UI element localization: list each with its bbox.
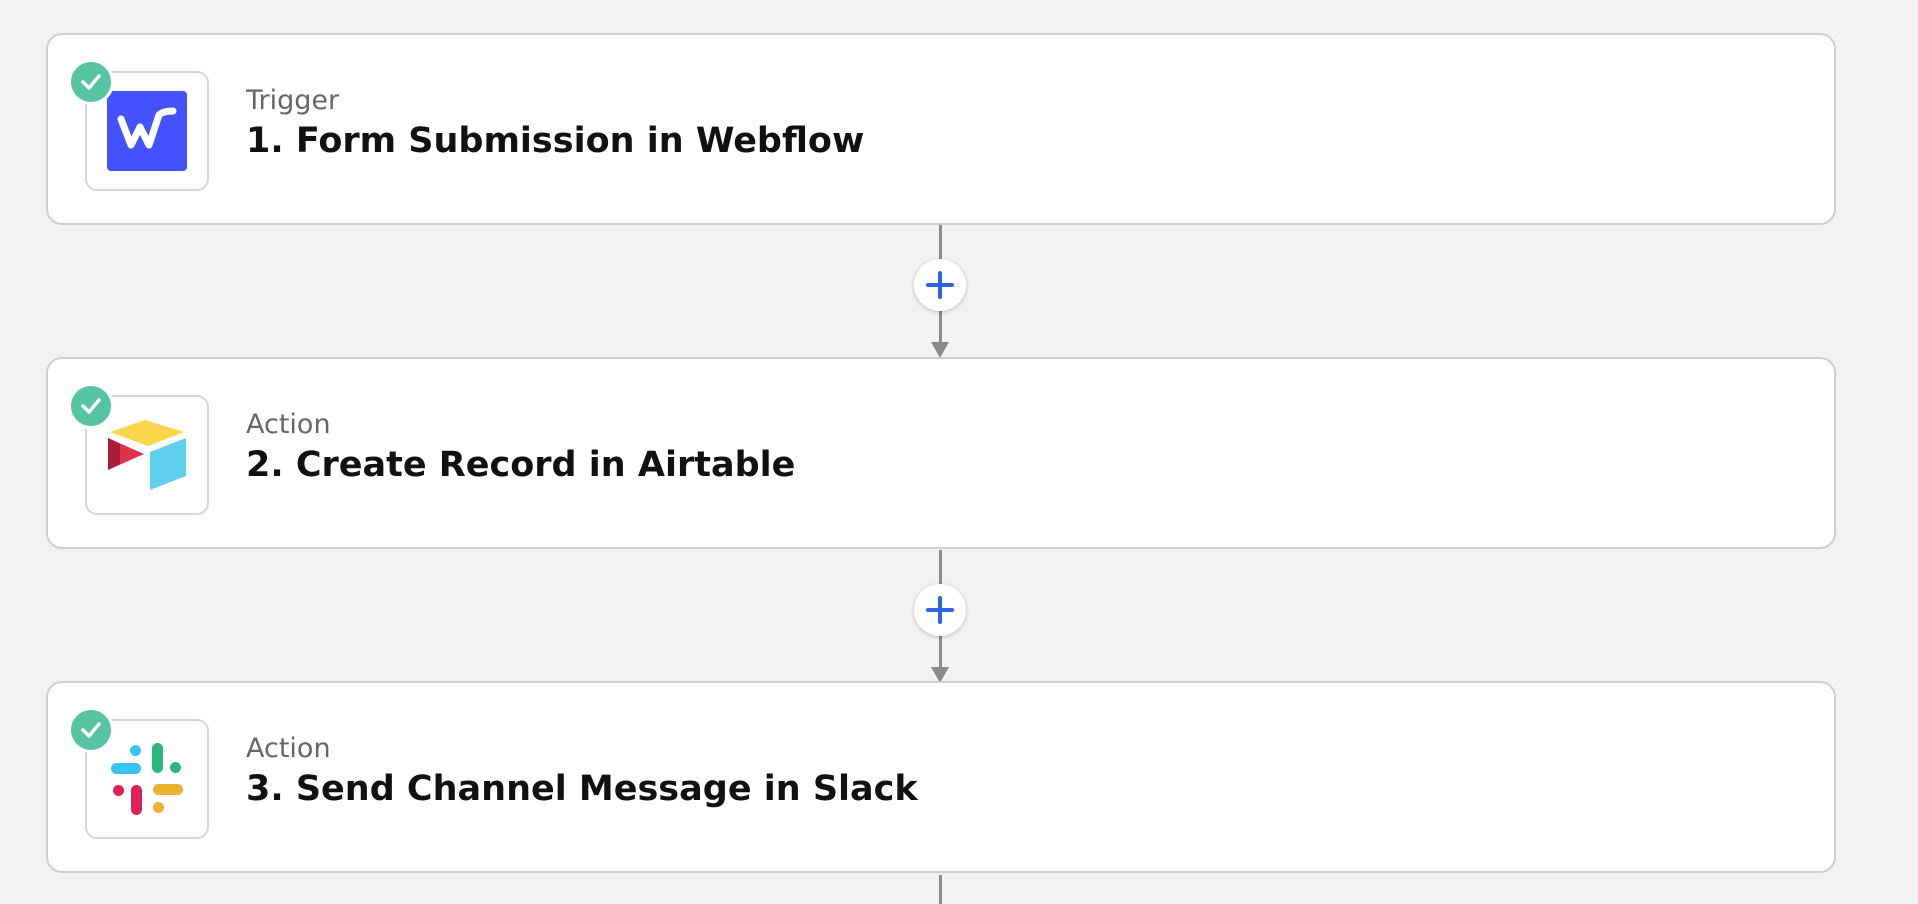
step-type-label: Trigger: [246, 85, 340, 116]
step-title: 1. Form Submission in Webflow: [246, 121, 865, 161]
plus-icon: [926, 596, 954, 624]
step-card-1[interactable]: Trigger 1. Form Submission in Webflow: [46, 33, 1836, 225]
webflow-icon: [107, 91, 187, 171]
slack-icon: [111, 743, 183, 815]
check-circle-icon: [68, 383, 114, 429]
check-circle-icon: [68, 707, 114, 753]
connector-line: [938, 875, 942, 904]
zap-editor-canvas: Trigger 1. Form Submission in Webflow Ac…: [0, 0, 1918, 904]
step-card-3[interactable]: Action 3. Send Channel Message in Slack: [46, 681, 1836, 873]
check-circle-icon: [68, 59, 114, 105]
step-type-label: Action: [246, 733, 331, 764]
airtable-icon: [108, 420, 186, 490]
arrow-down-icon: [931, 342, 949, 358]
step-title: 3. Send Channel Message in Slack: [246, 769, 918, 809]
step-title: 2. Create Record in Airtable: [246, 445, 796, 485]
add-step-button[interactable]: [914, 584, 966, 636]
add-step-button[interactable]: [914, 259, 966, 311]
step-type-label: Action: [246, 409, 331, 440]
step-card-2[interactable]: Action 2. Create Record in Airtable: [46, 357, 1836, 549]
plus-icon: [926, 271, 954, 299]
